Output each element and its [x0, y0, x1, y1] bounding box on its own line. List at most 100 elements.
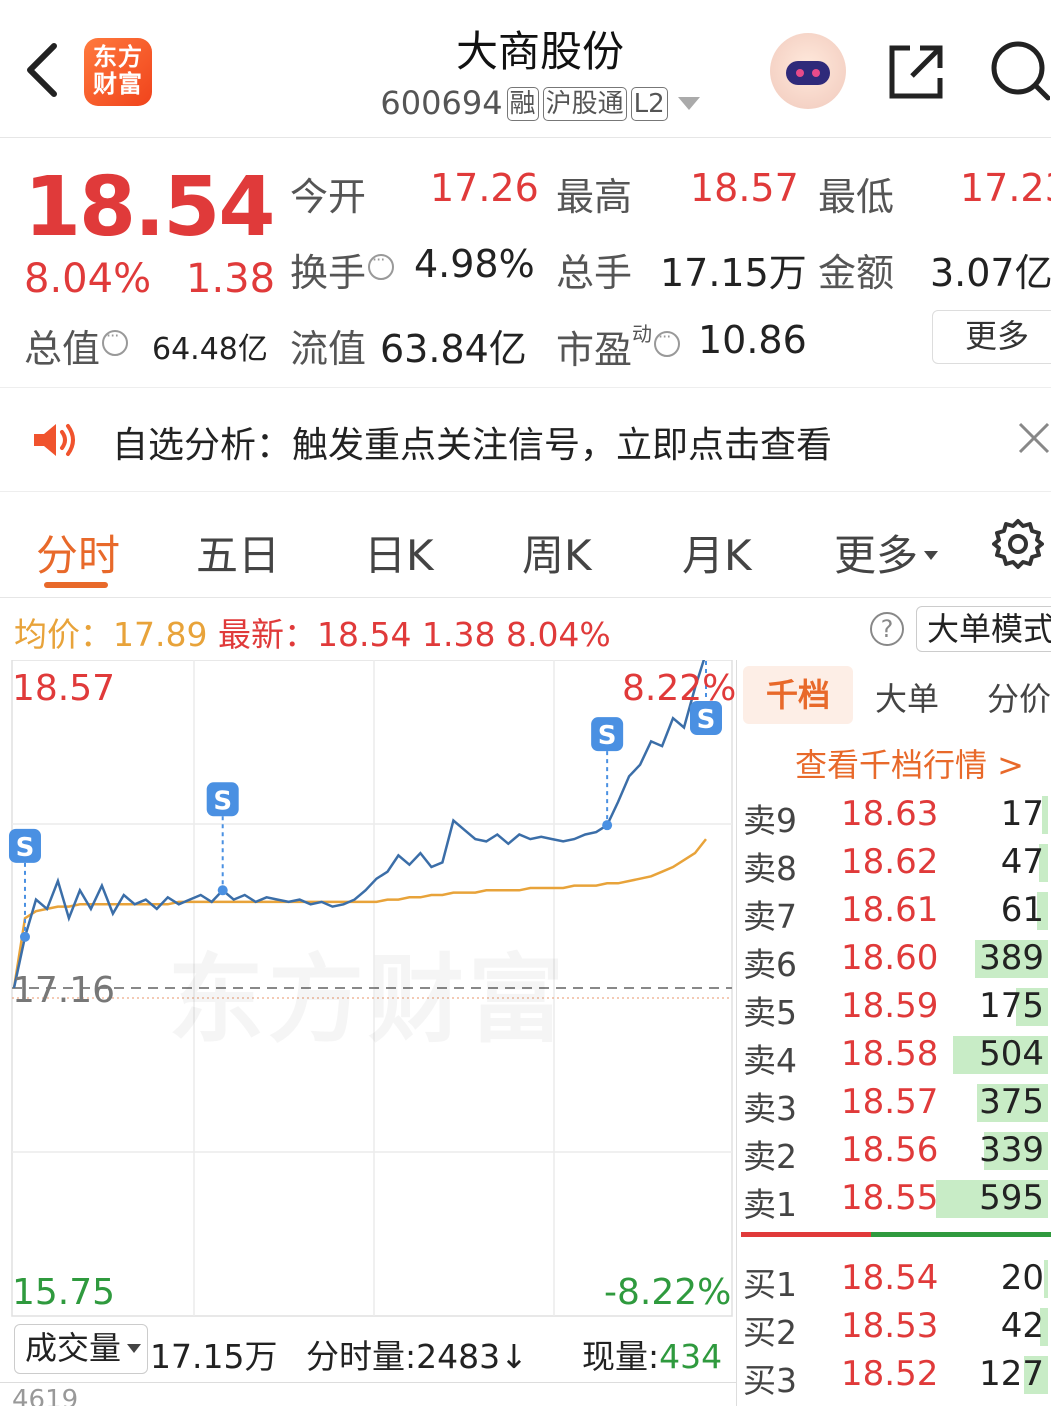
order-book-row[interactable]: 卖9 18.63 17 [737, 790, 1051, 840]
order-book-row[interactable]: 卖8 18.62 47 [737, 838, 1051, 888]
level-volume: 127 [979, 1354, 1044, 1394]
robot-eye-left [796, 69, 804, 77]
level-price: 18.61 [841, 890, 939, 930]
info-icon[interactable] [102, 326, 129, 356]
depth-tab-big-order[interactable]: 大单 [875, 674, 939, 720]
tab-more[interactable]: 更多 [834, 522, 939, 583]
share-button[interactable] [884, 40, 948, 104]
order-book-row[interactable]: 买2 18.53 42 [737, 1302, 1051, 1352]
tab-intraday[interactable]: 分时 [36, 522, 120, 583]
order-book-row[interactable]: 买1 18.54 20 [737, 1254, 1051, 1304]
stock-name: 大商股份 [455, 27, 624, 76]
level-price: 18.52 [841, 1354, 939, 1394]
signal-label: S [16, 833, 35, 863]
assistant-robot-icon[interactable] [770, 33, 846, 109]
signal-label: S [213, 786, 232, 816]
level-price: 18.56 [841, 1130, 939, 1170]
close-icon[interactable] [1016, 420, 1051, 456]
signal-label: S [598, 721, 617, 751]
order-book-row[interactable]: 卖4 18.58 504 [737, 1030, 1051, 1080]
level-volume: 504 [979, 1034, 1044, 1074]
order-book-row[interactable]: 卖3 18.57 375 [737, 1078, 1051, 1128]
order-book-row[interactable]: 卖6 18.60 389 [737, 934, 1051, 984]
help-icon[interactable]: ? [870, 612, 904, 646]
pe-label-text: 市盈 [556, 328, 633, 372]
volume-label: 总手 [556, 251, 633, 295]
avg-value: 17.89 [113, 615, 208, 654]
view-depth-link[interactable]: 查看千档行情 > [795, 740, 1024, 786]
level-label: 卖3 [743, 1089, 797, 1128]
level-volume: 389 [979, 938, 1044, 978]
level-label: 卖9 [743, 801, 797, 840]
avg-summary: 均价：17.89 最新：18.54 1.38 8.04% [14, 608, 611, 656]
depth-tab-thousand[interactable]: 千档 [743, 666, 853, 724]
intraday-chart[interactable]: S S S S 东方财富 18.57 8.22% 17.16 15.75 -8.22% [0, 660, 736, 1318]
price-summary-bar: 均价：17.89 最新：18.54 1.38 8.04% ? 大单模式 [0, 598, 1051, 660]
order-book-row[interactable]: 卖7 18.61 61 [737, 886, 1051, 936]
high-value: 18.57 [690, 166, 799, 210]
search-button[interactable] [986, 38, 1051, 102]
level-volume: 47 [1000, 842, 1044, 882]
indicator-selector-label: 成交量 [25, 1329, 122, 1367]
big-order-mode-button[interactable]: 大单模式 [916, 606, 1051, 652]
tag-level2: L2 [630, 87, 668, 121]
signal-dot [217, 885, 228, 896]
order-book-row[interactable]: 买3 18.52 127 [737, 1350, 1051, 1400]
level-price: 18.60 [841, 938, 939, 978]
level-label: 卖8 [743, 849, 797, 888]
y-axis-bottom-label: 15.75 [12, 1272, 116, 1313]
pe-sup: 动 [632, 322, 653, 346]
level-price: 18.53 [841, 1306, 939, 1346]
pct-top-label: 8.22% [622, 668, 737, 709]
float-cap-value: 63.84亿 [380, 327, 527, 371]
avg-label: 均价： [14, 615, 113, 654]
indicator-selector[interactable]: 成交量 [14, 1324, 148, 1374]
volume-bar [1044, 1260, 1048, 1298]
active-tab-indicator [44, 582, 108, 588]
logo-line2: 财富 [93, 70, 143, 98]
tick-volume-value: 2483 [416, 1337, 501, 1376]
info-icon[interactable] [654, 327, 681, 357]
level-price: 18.57 [841, 1082, 939, 1122]
level-volume: 595 [979, 1178, 1044, 1218]
latest-label: 最新： [217, 615, 317, 654]
tab-weekly-k[interactable]: 周K [522, 522, 592, 583]
change-percent: 8.04% [24, 256, 152, 302]
stock-subtitle[interactable]: 600694 融沪股通 L2 [300, 84, 780, 122]
tag-margin: 融 [506, 87, 539, 121]
order-book-row[interactable]: 卖2 18.56 339 [737, 1126, 1051, 1176]
level-volume: 375 [979, 1082, 1044, 1122]
tab-monthly-k[interactable]: 月K [682, 522, 752, 583]
latest-change-pct: 8.04% [505, 615, 611, 654]
quote-panel: 18.54 8.04% 1.38 总值 64.48亿 今开 17.26 最高 1… [0, 138, 1051, 388]
book-divider-bid [871, 1232, 1051, 1237]
level-price: 18.55 [841, 1178, 939, 1218]
order-book-row[interactable]: 卖5 18.59 175 [737, 982, 1051, 1032]
order-book-row[interactable]: 卖1 18.55 595 [737, 1174, 1051, 1224]
volume-row: 成交量 17.15万 分时量:2483↓ 现量:434 [0, 1320, 736, 1382]
latest-value: 18.54 [316, 615, 412, 654]
pct-bottom-label: -8.22% [604, 1272, 732, 1313]
tick-volume: 分时量:2483↓ [306, 1330, 528, 1378]
stock-code: 600694 [380, 84, 503, 122]
turnover-label: 换手 [290, 242, 395, 297]
more-button[interactable]: 更多 [932, 310, 1051, 364]
tab-five-day[interactable]: 五日 [196, 522, 280, 583]
volume-max-label: 4619 [12, 1385, 79, 1406]
signal-markers: S S S S [8, 660, 722, 942]
turnover-value: 4.98% [414, 242, 535, 286]
back-button[interactable] [18, 38, 68, 102]
tab-more-label: 更多 [834, 531, 919, 580]
depth-tab-price-dist[interactable]: 分价 [987, 674, 1051, 720]
period-tabs: 分时 五日 日K 周K 月K 更多 [0, 492, 1051, 598]
analysis-banner[interactable]: 自选分析：触发重点关注信号，立即点击查看 [0, 388, 1051, 492]
level-volume: 42 [1000, 1306, 1044, 1346]
tab-daily-k[interactable]: 日K [364, 522, 434, 583]
gear-icon[interactable] [992, 518, 1044, 570]
level-volume: 175 [979, 986, 1044, 1026]
level-volume: 20 [1000, 1258, 1044, 1298]
level-volume: 339 [979, 1130, 1044, 1170]
info-icon[interactable] [368, 250, 395, 280]
pe-value: 10.86 [698, 318, 807, 362]
amount-value: 3.07亿 [930, 251, 1051, 295]
